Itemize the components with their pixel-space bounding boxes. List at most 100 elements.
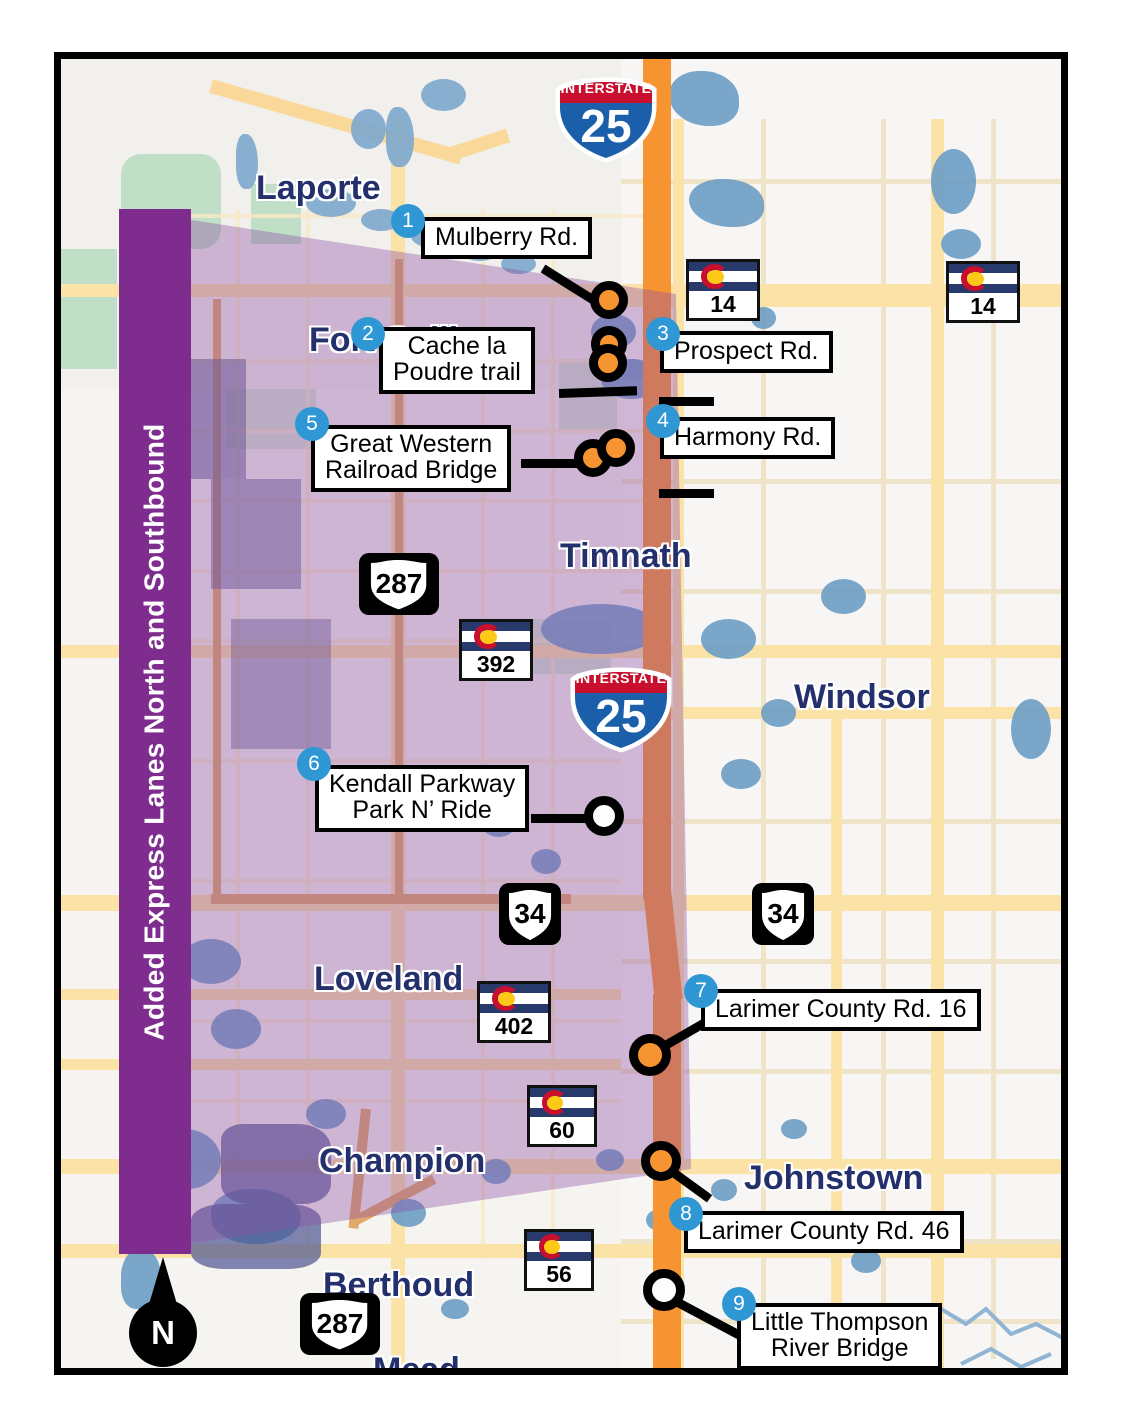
callout-box-2[interactable]: Cache la Poudre trail	[379, 327, 535, 394]
water-body	[721, 759, 761, 789]
colorado-route-number: 392	[476, 651, 516, 678]
callout-box-1[interactable]: Mulberry Rd.	[421, 217, 593, 260]
water-body	[821, 579, 866, 614]
callout-badge-6[interactable]: 6	[297, 747, 331, 781]
colorado-route-number: 14	[710, 291, 736, 318]
marker-ring-kendall[interactable]	[584, 796, 624, 836]
colorado-flag-icon	[527, 1232, 591, 1262]
colorado-route-60-shield: 60	[527, 1085, 597, 1147]
colorado-route-number: 60	[549, 1117, 575, 1144]
express-lanes-banner-text: Added Express Lanes North and Southbound	[139, 422, 170, 1041]
callout-box-5[interactable]: Great Western Railroad Bridge	[311, 425, 512, 492]
colorado-flag-icon	[530, 1088, 594, 1118]
urban-parcel	[211, 479, 301, 589]
water-body	[211, 1009, 261, 1049]
river-line	[941, 1306, 1061, 1368]
arterial-road	[931, 119, 944, 1368]
us-route-287-shield: 287	[359, 553, 439, 615]
map-canvas: Laporte Fort Collins Timnath Windsor Lov…	[61, 59, 1061, 1368]
urban-parcel	[191, 1204, 321, 1269]
colorado-route-402-shield: 402	[477, 981, 551, 1043]
callout-badge-1[interactable]: 1	[391, 204, 425, 238]
callout-line: Harmony Rd.	[674, 423, 822, 451]
us-route-34-shield: 34	[499, 883, 561, 945]
water-body	[351, 109, 386, 149]
water-body	[306, 1099, 346, 1129]
colorado-route-14-shield: 14	[686, 259, 760, 321]
us-route-34-shield: 34	[752, 883, 814, 945]
interstate-25-corridor	[643, 59, 671, 899]
marker-ring-harmony[interactable]	[597, 429, 635, 467]
city-label-windsor: Windsor	[794, 678, 930, 716]
arterial-road	[831, 699, 842, 1368]
colorado-route-number: 402	[494, 1013, 534, 1040]
colorado-route-14-shield: 14	[946, 261, 1020, 323]
callout-box-4[interactable]: Harmony Rd.	[660, 417, 836, 460]
callout-box-7[interactable]: Larimer County Rd. 16	[701, 989, 981, 1032]
marker-ring-prospect[interactable]	[589, 344, 627, 382]
callout-box-3[interactable]: Prospect Rd.	[660, 331, 833, 374]
green-area	[61, 249, 117, 369]
compass-north-label: N	[129, 1299, 197, 1367]
water-body	[531, 849, 561, 874]
leader-line-4	[659, 489, 714, 498]
map-frame: Laporte Fort Collins Timnath Windsor Lov…	[54, 52, 1068, 1375]
interstate-25-shield: INTERSTATE 25	[554, 77, 658, 163]
water-body	[711, 1179, 737, 1201]
us-route-number: 34	[767, 898, 799, 929]
marker-ring-mulberry[interactable]	[590, 281, 628, 319]
water-body	[941, 229, 981, 259]
interstate-banner-text: INTERSTATE	[575, 670, 667, 686]
city-label-laporte: Laporte	[256, 169, 381, 207]
city-label-timnath: Timnath	[560, 537, 692, 575]
road-grid	[191, 759, 621, 763]
colorado-route-392-shield: 392	[459, 619, 533, 681]
callout-badge-4[interactable]: 4	[646, 404, 680, 438]
marker-ring-lcr16[interactable]	[629, 1034, 671, 1076]
callout-line: Cache la	[407, 332, 507, 360]
callout-badge-2[interactable]: 2	[351, 317, 385, 351]
water-body	[1011, 699, 1051, 759]
callout-box-6[interactable]: Kendall Parkway Park N’ Ride	[315, 765, 530, 832]
compass-rose: N	[129, 1257, 197, 1368]
city-label-champion: Champion	[319, 1142, 486, 1180]
us-route-number: 287	[375, 568, 423, 599]
callout-badge-8[interactable]: 8	[669, 1197, 703, 1231]
colorado-flag-icon	[689, 262, 757, 292]
urban-parcel	[221, 1124, 331, 1204]
colorado-flag-icon	[480, 984, 548, 1014]
road-grid	[621, 479, 1061, 484]
callout-line: Park N’ Ride	[352, 795, 492, 824]
callout-badge-5[interactable]: 5	[295, 407, 329, 441]
road-grid	[621, 179, 1061, 184]
callout-line: Great Western	[330, 430, 493, 458]
water-body	[421, 79, 466, 111]
water-body	[391, 1199, 426, 1227]
colorado-flag-icon	[462, 622, 530, 652]
water-body	[701, 619, 756, 659]
callout-line: Poudre trail	[393, 357, 521, 386]
city-label-mead: Mead	[373, 1351, 460, 1368]
express-lanes-banner: Added Express Lanes North and Southbound	[119, 209, 191, 1254]
callout-box-9[interactable]: Little Thompson River Bridge	[737, 1303, 943, 1368]
callout-badge-3[interactable]: 3	[646, 317, 680, 351]
marker-ring-little-thompson[interactable]	[643, 1269, 685, 1311]
callout-line: Mulberry Rd.	[435, 223, 579, 251]
callout-line: Little Thompson	[751, 1308, 929, 1336]
us-route-number: 287	[316, 1308, 364, 1339]
interstate-25-shield: INTERSTATE 25	[569, 667, 673, 753]
water-body	[481, 1159, 511, 1184]
us-route-number: 34	[514, 898, 546, 929]
interstate-number: 25	[580, 100, 632, 152]
callout-badge-7[interactable]: 7	[684, 974, 718, 1008]
water-body	[761, 699, 796, 727]
callout-line: Prospect Rd.	[674, 337, 819, 365]
us-route-287-shield: 287	[300, 1293, 380, 1355]
marker-ring-lcr46[interactable]	[641, 1141, 681, 1181]
callout-badge-9[interactable]: 9	[722, 1287, 756, 1321]
colorado-route-number: 14	[970, 293, 996, 320]
colorado-route-56-shield: 56	[524, 1229, 594, 1291]
callout-box-8[interactable]: Larimer County Rd. 46	[684, 1211, 964, 1254]
callout-line: Railroad Bridge	[325, 455, 498, 484]
callout-line: Kendall Parkway	[329, 770, 516, 798]
